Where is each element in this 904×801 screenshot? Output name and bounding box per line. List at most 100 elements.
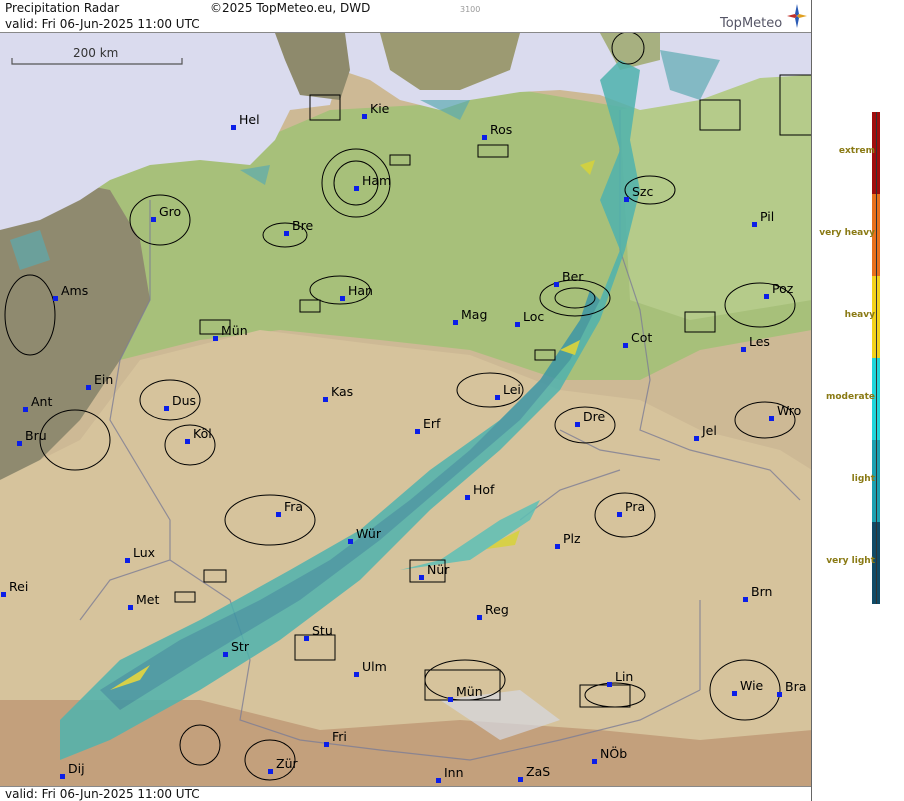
city-marker-icon bbox=[769, 416, 774, 421]
city-marker-icon bbox=[465, 495, 470, 500]
city-label-met: Met bbox=[128, 592, 160, 610]
city-marker-icon bbox=[555, 544, 560, 549]
city-marker-icon bbox=[592, 759, 597, 764]
legend-label-heavy: heavy bbox=[844, 310, 875, 320]
city-label-dij: Dij bbox=[60, 762, 85, 779]
city-marker-icon bbox=[694, 436, 699, 441]
city-name: Han bbox=[348, 283, 373, 298]
city-label-mün: Mün bbox=[213, 324, 248, 341]
city-label-reg: Reg bbox=[477, 603, 509, 620]
city-marker-icon bbox=[284, 231, 289, 236]
city-label-loc: Loc bbox=[515, 310, 544, 327]
city-marker-icon bbox=[477, 615, 482, 620]
city-name: Lux bbox=[133, 545, 156, 560]
city-name: Jel bbox=[702, 423, 717, 438]
city-label-nür: Nür bbox=[419, 563, 449, 580]
city-label-brn: Brn bbox=[743, 584, 773, 602]
city-marker-icon bbox=[151, 217, 156, 222]
city-marker-icon bbox=[436, 778, 441, 783]
city-name: Stu bbox=[312, 623, 333, 638]
city-label-jel: Jel bbox=[694, 423, 717, 441]
city-marker-icon bbox=[482, 135, 487, 140]
city-marker-icon bbox=[323, 397, 328, 402]
city-name: Les bbox=[749, 334, 770, 349]
legend-label-moderate: moderate bbox=[825, 392, 875, 402]
city-marker-icon bbox=[624, 197, 629, 202]
city-label-han: Han bbox=[340, 283, 373, 301]
city-label-fra: Fra bbox=[276, 500, 303, 517]
city-name: Mag bbox=[461, 307, 488, 322]
city-marker-icon bbox=[128, 605, 133, 610]
map-footer: valid: Fri 06-Jun-2025 11:00 UTC bbox=[0, 786, 811, 801]
legend-label-light: light bbox=[851, 474, 875, 484]
city-label-ber: Ber bbox=[554, 270, 583, 287]
city-label-würz: Wür bbox=[348, 527, 381, 544]
city-label-mün2: Mün bbox=[448, 685, 483, 702]
legend-label-extrem: extrem bbox=[838, 146, 875, 156]
city-name: Str bbox=[231, 639, 249, 654]
city-label-plz: Plz bbox=[555, 532, 581, 549]
city-name: NÖb bbox=[600, 746, 628, 761]
city-label-lei: Lei bbox=[495, 383, 521, 400]
city-name: Kie bbox=[370, 101, 390, 116]
city-marker-icon bbox=[1, 592, 6, 597]
city-label-dus: Dus bbox=[164, 393, 197, 411]
radar-map[interactable]: Precipitation Radar ©2025 TopMeteo.eu, D… bbox=[0, 0, 812, 801]
city-label-les: Les bbox=[741, 334, 770, 352]
city-name: ZaS bbox=[526, 764, 551, 779]
city-marker-icon bbox=[415, 429, 420, 434]
map-svg bbox=[0, 0, 811, 801]
city-marker-icon bbox=[125, 558, 130, 563]
city-marker-icon bbox=[23, 407, 28, 412]
map-header: Precipitation Radar ©2025 TopMeteo.eu, D… bbox=[0, 0, 811, 33]
city-label-mag: Mag bbox=[453, 307, 488, 325]
city-label-bre: Bre bbox=[284, 218, 314, 236]
city-label-ulm: Ulm bbox=[354, 659, 387, 677]
city-name: Bre bbox=[292, 218, 314, 233]
city-marker-icon bbox=[575, 422, 580, 427]
city-name: Zür bbox=[276, 756, 298, 771]
city-marker-icon bbox=[362, 114, 367, 119]
logo-text: TopMeteo bbox=[720, 16, 783, 31]
city-name: Ulm bbox=[362, 659, 387, 674]
city-label-wie: Wie bbox=[732, 679, 763, 696]
city-name: Ams bbox=[61, 283, 89, 298]
city-name: Pil bbox=[760, 209, 775, 224]
city-name: Gro bbox=[159, 204, 182, 219]
city-marker-icon bbox=[17, 441, 22, 446]
city-label-bru: Bru bbox=[17, 428, 47, 446]
city-name: Szc bbox=[632, 184, 654, 199]
city-name: Fri bbox=[332, 729, 347, 744]
city-name: Kas bbox=[331, 384, 354, 399]
city-label-wro: Wro bbox=[769, 404, 801, 421]
legend-axis bbox=[876, 112, 877, 604]
copyright-text: ©2025 TopMeteo.eu, DWD bbox=[210, 1, 371, 15]
city-marker-icon bbox=[213, 336, 218, 341]
city-marker-icon bbox=[354, 672, 359, 677]
city-marker-icon bbox=[607, 682, 612, 687]
city-name: Dus bbox=[172, 393, 197, 408]
city-label-köl: Köl bbox=[185, 427, 212, 444]
city-name: Lin bbox=[615, 669, 634, 684]
city-label-kie: Kie bbox=[362, 101, 390, 119]
city-name: Bru bbox=[25, 428, 47, 443]
map-code: 3100 bbox=[460, 5, 481, 14]
compass-logo-icon bbox=[787, 4, 807, 28]
city-label-ant: Ant bbox=[23, 394, 53, 412]
city-marker-icon bbox=[53, 296, 58, 301]
city-label-fri: Fri bbox=[324, 729, 347, 747]
city-marker-icon bbox=[623, 343, 628, 348]
city-label-cot: Cot bbox=[623, 330, 653, 348]
city-marker-icon bbox=[554, 282, 559, 287]
city-name: Brn bbox=[751, 584, 773, 599]
city-marker-icon bbox=[453, 320, 458, 325]
city-name: Poz bbox=[772, 281, 794, 296]
city-label-bra: Bra bbox=[777, 679, 807, 697]
city-label-lux: Lux bbox=[125, 545, 156, 563]
city-marker-icon bbox=[354, 186, 359, 191]
city-name: Cot bbox=[631, 330, 653, 345]
city-name: Bra bbox=[785, 679, 807, 694]
city-name: Met bbox=[136, 592, 160, 607]
city-name: Ant bbox=[31, 394, 53, 409]
city-label-szc: Szc bbox=[624, 184, 654, 202]
